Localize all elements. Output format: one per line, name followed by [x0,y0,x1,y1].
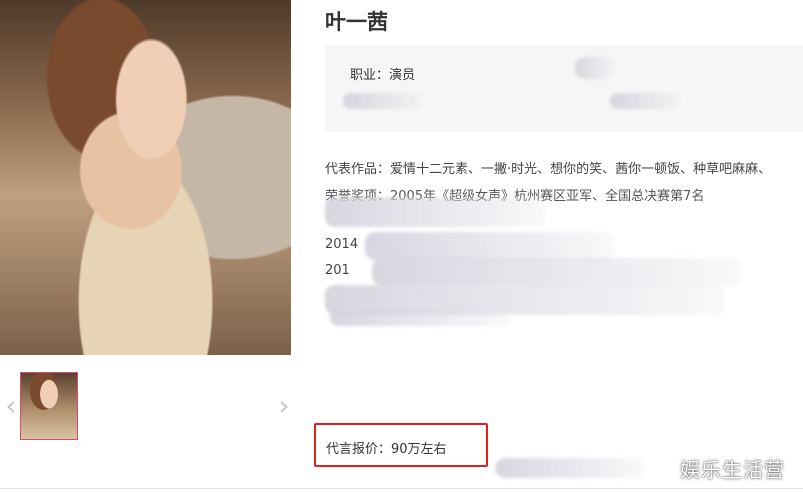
blur-overlay [610,93,680,109]
blur-overlay [325,197,545,227]
blur-overlay [575,57,615,79]
year-line: 201 [325,263,350,278]
occupation-text: 职业：演员 [350,68,416,83]
blur-overlay [495,458,645,478]
watermark-text: 娱乐生活营 [680,458,785,482]
main-photo [0,0,291,355]
info-box: 职业：演员 [325,45,803,132]
chevron-right-icon[interactable]: › [275,392,293,420]
divider [0,488,803,489]
chevron-left-icon[interactable]: ‹ [2,392,20,420]
thumbnail-image[interactable] [20,372,78,440]
blur-overlay [330,310,510,326]
price-highlight-box: 代言报价：90万左右 [314,423,488,467]
representative-works: 代表作品：爱情十二元素、一撇·时光、想你的笑、茜你一顿饭、种草吧麻麻、 [325,162,772,177]
blur-overlay [343,93,423,109]
page-title: 叶一茜 [325,10,388,34]
blur-overlay [372,258,742,286]
year-line: 2014 [325,237,359,252]
endorsement-price: 代言报价：90万左右 [326,442,447,457]
blur-overlay [365,232,615,260]
